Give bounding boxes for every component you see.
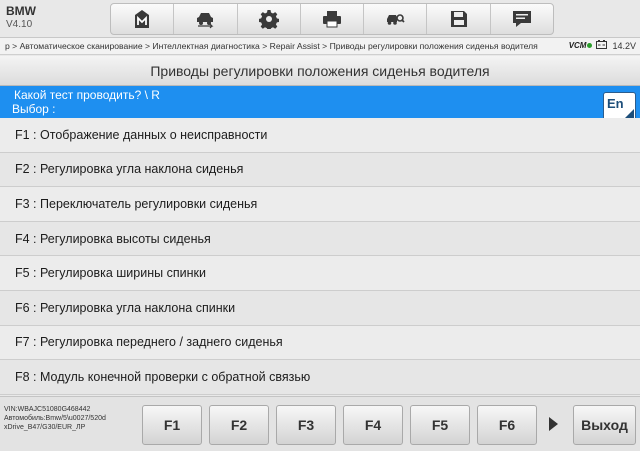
breadcrumb: р > Автоматическое сканирование > Интелл… xyxy=(5,41,538,51)
vehicle-search-button[interactable] xyxy=(364,4,428,34)
page-title: Приводы регулировки положения сиденья во… xyxy=(150,63,490,79)
voltage-readout: 14.2V xyxy=(612,40,636,51)
f2-button[interactable]: F2 xyxy=(209,405,269,445)
vehicle-text-line1: Автомобиль:Bmw/5\u0027/520d xyxy=(4,415,106,422)
software-version: V4.10 xyxy=(6,19,33,30)
vehicle-swap-icon xyxy=(197,13,214,29)
vehicle-info: VIN:WBAJC51080G468442 Автомобиль:Bmw/5\u… xyxy=(4,405,134,432)
list-item[interactable]: F2 : Регулировка угла наклона сиденья xyxy=(0,152,640,188)
vin-text: VIN:WBAJC51080G468442 xyxy=(4,406,91,413)
vehicle-swap-button[interactable] xyxy=(174,4,238,34)
list-item-label: F1 : Отображение данных о неисправности xyxy=(15,127,268,142)
prompt-select-label: Выбор : xyxy=(12,102,56,116)
toolbar xyxy=(110,3,554,35)
save-icon xyxy=(450,11,467,27)
list-item[interactable]: F7 : Регулировка переднего / заднего сид… xyxy=(0,325,640,361)
settings-button[interactable] xyxy=(238,4,301,34)
more-keys-arrow-icon[interactable] xyxy=(549,417,558,431)
test-list: F1 : Отображение данных о неисправности … xyxy=(0,118,640,395)
list-item-label: F3 : Переключатель регулировки сиденья xyxy=(15,196,258,211)
function-keys: F1 F2 F3 F4 F5 F6 xyxy=(142,405,537,445)
print-button[interactable] xyxy=(301,4,365,34)
vcm-indicator: VCM xyxy=(569,41,593,50)
list-item[interactable]: F3 : Переключатель регулировки сиденья xyxy=(0,187,640,222)
page-title-bar: Приводы регулировки положения сиденья во… xyxy=(0,56,640,86)
exit-button[interactable]: Выход xyxy=(573,405,636,445)
list-item-label: F8 : Модуль конечной проверки с обратной… xyxy=(15,369,311,384)
message-button[interactable] xyxy=(491,4,553,34)
list-item[interactable]: F1 : Отображение данных о неисправности xyxy=(0,118,640,153)
list-item[interactable]: F5 : Регулировка ширины спинки xyxy=(0,256,640,291)
vcm-label: VCM xyxy=(568,41,587,50)
bottom-bar: VIN:WBAJC51080G468442 Автомобиль:Bmw/5\u… xyxy=(0,396,640,451)
list-item-label: F5 : Регулировка ширины спинки xyxy=(15,266,206,281)
list-item-label: F6 : Регулировка угла наклона спинки xyxy=(15,300,236,315)
top-bar: BMW V4.10 xyxy=(0,0,640,38)
f4-button[interactable]: F4 xyxy=(343,405,403,445)
prompt-banner: Какой тест проводить? \ R Выбор : xyxy=(0,86,640,118)
gear-icon xyxy=(258,10,279,29)
prompt-question: Какой тест проводить? \ R xyxy=(14,88,160,102)
vcm-connected-icon xyxy=(587,43,593,48)
printer-icon xyxy=(322,11,341,28)
f3-button[interactable]: F3 xyxy=(276,405,336,445)
vehicle-make: BMW xyxy=(6,4,36,18)
brand-block: BMW V4.10 xyxy=(6,4,36,31)
f1-button[interactable]: F1 xyxy=(142,405,202,445)
message-icon xyxy=(512,11,531,27)
battery-icon xyxy=(596,40,608,51)
list-item-label: F4 : Регулировка высоты сиденья xyxy=(15,231,211,246)
list-item-label: F2 : Регулировка угла наклона сиденья xyxy=(15,162,244,177)
f5-button[interactable]: F5 xyxy=(410,405,470,445)
breadcrumb-bar: р > Автоматическое сканирование > Интелл… xyxy=(0,38,640,55)
car-search-icon xyxy=(387,14,405,25)
vehicle-text-line2: xDrive_B47/G30/EUR_ЛР xyxy=(4,424,86,431)
home-icon xyxy=(135,10,150,28)
list-item[interactable]: F8 : Модуль конечной проверки с обратной… xyxy=(0,360,640,395)
list-item[interactable]: F4 : Регулировка высоты сиденья xyxy=(0,221,640,257)
status-area: VCM 14.2V xyxy=(569,40,636,51)
f6-button[interactable]: F6 xyxy=(477,405,537,445)
save-button[interactable] xyxy=(427,4,491,34)
list-item-label: F7 : Регулировка переднего / заднего сид… xyxy=(15,335,283,350)
home-button[interactable] xyxy=(111,4,175,34)
list-item[interactable]: F6 : Регулировка угла наклона спинки xyxy=(0,290,640,326)
